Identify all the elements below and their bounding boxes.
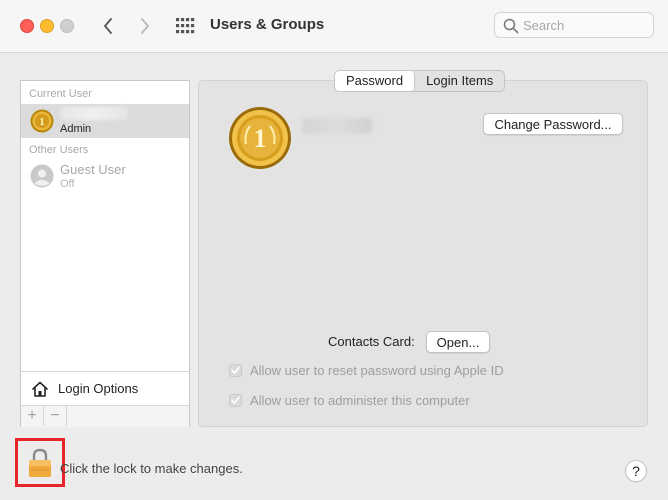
change-password-button[interactable]: Change Password... (483, 113, 623, 135)
house-icon (32, 381, 48, 397)
users-groups-window: Users & Groups Current User 1 Admin Othe… (0, 0, 668, 500)
login-options-item[interactable]: Login Options (21, 371, 189, 406)
contacts-card-label: Contacts Card: (328, 334, 415, 349)
help-button[interactable]: ? (625, 460, 647, 482)
guest-avatar-icon (30, 164, 54, 188)
close-window-button[interactable] (20, 19, 34, 33)
redacted-name (60, 107, 128, 120)
reset-password-apple-id-row: Allow user to reset password using Apple… (229, 362, 504, 378)
login-options-label: Login Options (58, 381, 139, 396)
guest-user-name: Guest User (60, 162, 126, 177)
chevron-left-icon (104, 18, 112, 34)
guest-user-status: Off (60, 178, 75, 190)
reset-password-apple-id-label: Allow user to reset password using Apple… (250, 362, 504, 378)
add-remove-bar: + − (21, 405, 189, 427)
window-title: Users & Groups (210, 16, 325, 33)
search-field[interactable] (494, 12, 654, 38)
user-row-guest[interactable]: Guest User Off (21, 159, 189, 193)
current-user-role: Admin (60, 123, 92, 135)
tab-login-items[interactable]: Login Items (415, 71, 504, 91)
tab-password[interactable]: Password (335, 71, 416, 91)
user-row-current[interactable]: 1 Admin (21, 104, 189, 138)
open-contacts-card-button[interactable]: Open... (426, 331, 490, 353)
redacted-full-name (302, 118, 372, 134)
lock-highlight-box (15, 438, 65, 487)
user-picture-gold-medal[interactable]: 1 (228, 106, 292, 170)
title-bar: Users & Groups (0, 0, 668, 53)
grid-icon[interactable] (175, 17, 195, 35)
search-input[interactable] (523, 16, 647, 34)
lock-icon[interactable] (28, 448, 52, 478)
administer-computer-row: Allow user to administer this computer (229, 392, 470, 408)
other-users-section-label: Other Users (29, 144, 89, 156)
zoom-window-button[interactable] (60, 19, 74, 33)
gold-medal-avatar: 1 (30, 109, 54, 133)
current-user-section-label: Current User (29, 88, 92, 100)
tab-bar: Password Login Items (334, 70, 506, 92)
forward-button[interactable] (134, 14, 156, 38)
user-list: Current User 1 Admin Other Users Guest U… (20, 80, 190, 427)
lock-instruction-text: Click the lock to make changes. (60, 461, 243, 476)
search-icon (503, 18, 519, 34)
svg-text:1: 1 (254, 124, 267, 153)
checkmark-icon (231, 396, 240, 404)
minimize-window-button[interactable] (40, 19, 54, 33)
svg-text:1: 1 (39, 116, 45, 128)
administer-computer-label: Allow user to administer this computer (250, 392, 470, 408)
back-button[interactable] (97, 14, 119, 38)
administer-computer-checkbox[interactable] (229, 393, 242, 407)
current-user-name (60, 107, 128, 120)
chevron-right-icon (141, 18, 149, 34)
checkmark-icon (231, 366, 240, 374)
remove-user-button[interactable]: − (44, 406, 67, 426)
reset-password-apple-id-checkbox[interactable] (229, 363, 242, 377)
add-user-button[interactable]: + (21, 406, 44, 426)
